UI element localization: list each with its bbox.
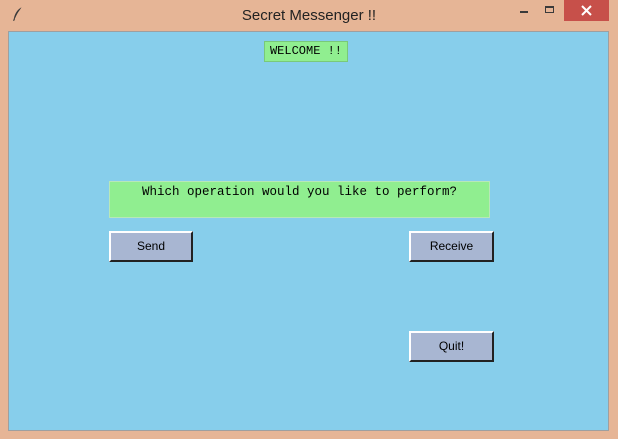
close-icon [581,5,592,16]
question-label: Which operation would you like to perfor… [109,181,490,218]
close-button[interactable] [564,0,609,21]
welcome-label: WELCOME !! [264,41,348,62]
send-button[interactable]: Send [109,231,193,262]
receive-button[interactable]: Receive [409,231,494,262]
maximize-button[interactable] [537,0,563,21]
minimize-icon [520,11,528,13]
app-window: Secret Messenger !! WELCOME !! Which ope… [0,0,618,439]
main-panel: WELCOME !! Which operation would you lik… [8,31,609,431]
maximize-icon [545,6,554,13]
minimize-button[interactable] [510,0,537,21]
quit-button[interactable]: Quit! [409,331,494,362]
title-bar[interactable]: Secret Messenger !! [0,0,618,31]
